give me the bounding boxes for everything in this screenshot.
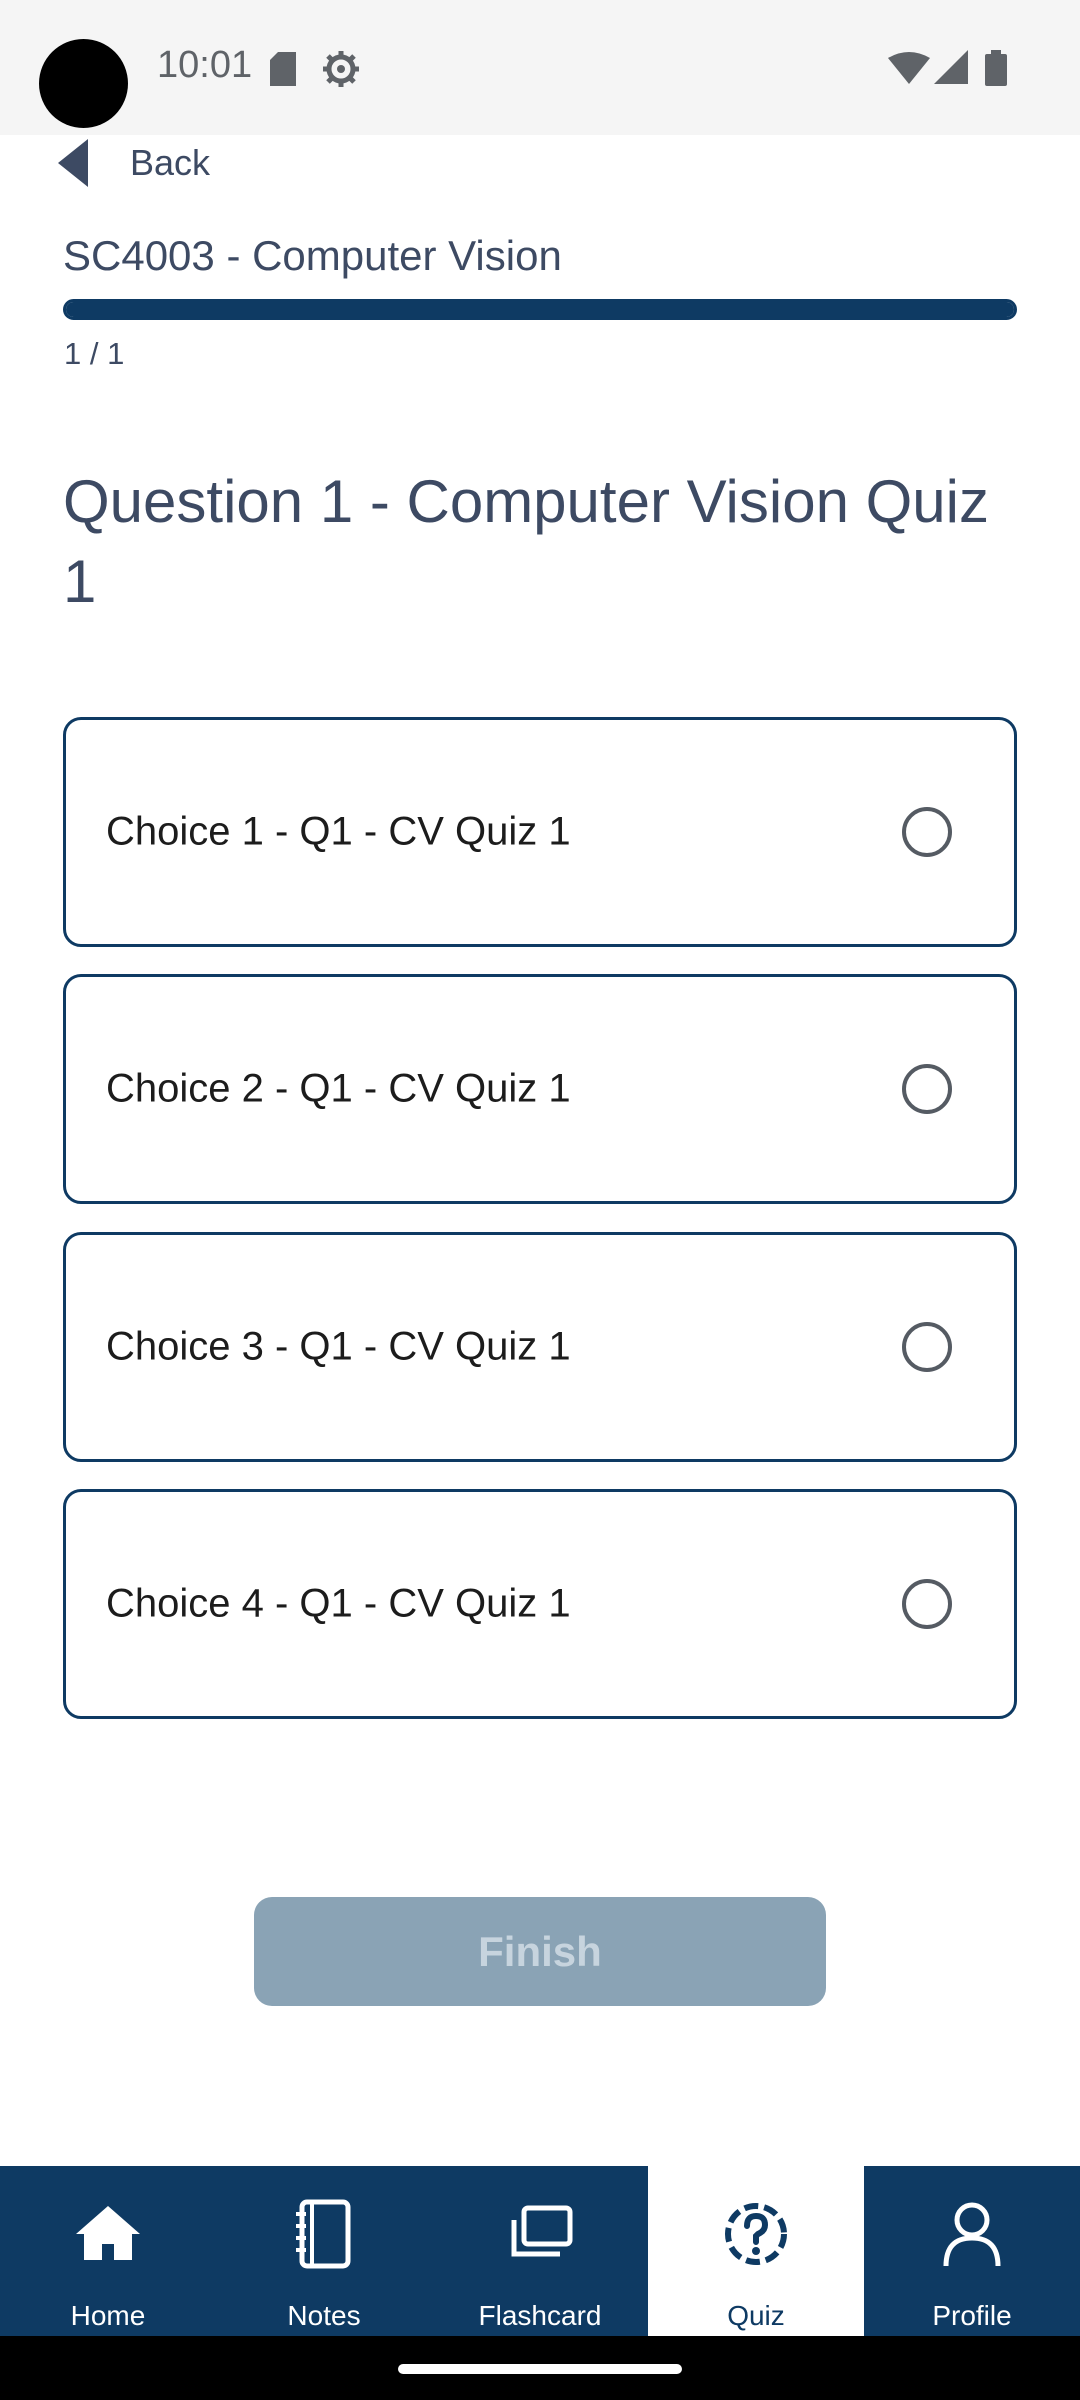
nav-item-flashcard[interactable]: Flashcard: [432, 2166, 648, 2336]
choice-option-4[interactable]: Choice 4 - Q1 - CV Quiz 1: [63, 1489, 1017, 1719]
radio-button[interactable]: [902, 1579, 952, 1629]
nav-label: Notes: [287, 2300, 361, 2331]
choice-label: Choice 3 - Q1 - CV Quiz 1: [106, 1324, 571, 1369]
quiz-progress-fill: [66, 302, 1014, 317]
choice-option-3[interactable]: Choice 3 - Q1 - CV Quiz 1: [63, 1232, 1017, 1462]
system-gesture-area: [0, 2336, 1080, 2400]
flashcard-icon: [511, 2205, 573, 2257]
camera-cutout: [39, 39, 128, 128]
battery-icon: [985, 50, 1007, 86]
nav-label: Home: [70, 2300, 146, 2331]
wifi-icon: [888, 52, 930, 84]
back-button[interactable]: Back: [58, 135, 210, 190]
nav-item-home[interactable]: Home: [0, 2166, 216, 2336]
profile-icon: [943, 2202, 1001, 2267]
notebook-icon: [296, 2199, 351, 2269]
home-gesture-handle[interactable]: [398, 2364, 682, 2374]
radio-button[interactable]: [902, 1064, 952, 1114]
status-time: 10:01: [157, 44, 253, 86]
finish-button[interactable]: Finish: [254, 1897, 826, 2006]
choice-option-1[interactable]: Choice 1 - Q1 - CV Quiz 1: [63, 717, 1017, 947]
quiz-progress-label: 1 / 1: [64, 336, 125, 371]
bottom-navigation: Home Notes Flashcard Quiz Profile: [0, 2166, 1080, 2336]
course-title: SC4003 - Computer Vision: [63, 232, 562, 279]
status-bar: 10:01: [0, 0, 1080, 135]
nav-item-notes[interactable]: Notes: [216, 2166, 432, 2336]
choice-label: Choice 2 - Q1 - CV Quiz 1: [106, 1066, 571, 1111]
radio-button[interactable]: [902, 1322, 952, 1372]
signal-icon: [934, 50, 968, 84]
nav-label: Flashcard: [478, 2300, 602, 2331]
nav-label: Quiz: [727, 2300, 785, 2331]
choice-label: Choice 1 - Q1 - CV Quiz 1: [106, 809, 571, 854]
quiz-icon: [725, 2203, 787, 2265]
choice-option-2[interactable]: Choice 2 - Q1 - CV Quiz 1: [63, 974, 1017, 1204]
question-title: Question 1 - Computer Vision Quiz 1: [63, 468, 989, 615]
nav-item-quiz[interactable]: Quiz: [648, 2166, 864, 2336]
choice-label: Choice 4 - Q1 - CV Quiz 1: [106, 1581, 571, 1626]
back-label: Back: [130, 141, 211, 183]
nav-item-profile[interactable]: Profile: [864, 2166, 1080, 2336]
radio-button[interactable]: [902, 807, 952, 857]
sd-card-icon: [270, 52, 296, 86]
quiz-progress-bar: [63, 299, 1017, 320]
home-icon: [76, 2206, 140, 2260]
nav-label: Profile: [932, 2300, 1012, 2331]
settings-status-icon: [323, 51, 359, 87]
back-arrow-icon: [58, 138, 88, 187]
